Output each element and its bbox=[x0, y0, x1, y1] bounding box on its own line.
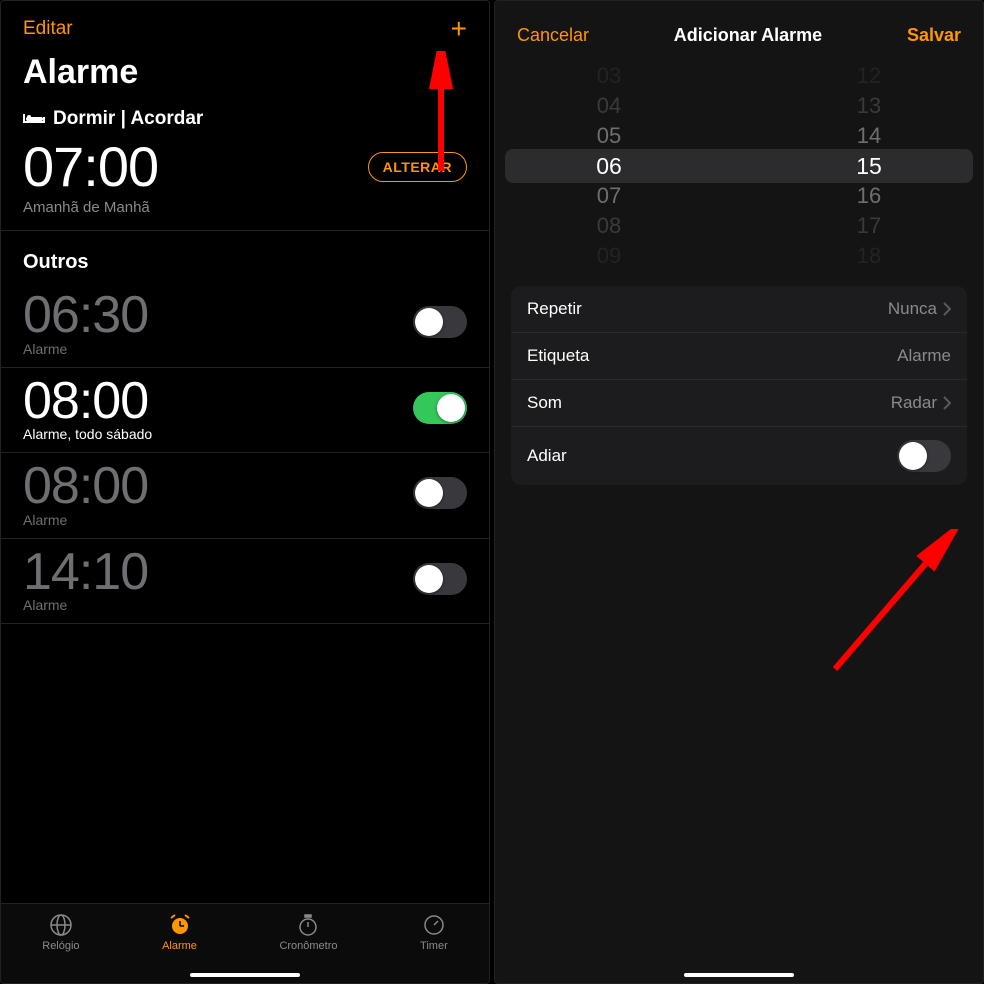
tab-relogio[interactable]: Relógio bbox=[42, 912, 79, 952]
picker-item[interactable]: 14 bbox=[831, 121, 881, 151]
picker-item[interactable]: 17 bbox=[831, 211, 881, 241]
setting-repeat[interactable]: Repetir Nunca bbox=[511, 286, 967, 333]
home-indicator[interactable] bbox=[684, 973, 794, 977]
timer-icon bbox=[421, 912, 447, 938]
picker-item[interactable]: 03 bbox=[597, 66, 647, 91]
setting-value: Nunca bbox=[888, 299, 951, 319]
alarm-time: 08:00 bbox=[23, 459, 148, 514]
alarm-list: 06:30 Alarme 08:00 Alarme, todo sábado 0… bbox=[1, 282, 489, 624]
add-alarm-button[interactable]: + bbox=[451, 15, 467, 43]
picker-item[interactable]: 04 bbox=[597, 91, 647, 121]
setting-sound[interactable]: Som Radar bbox=[511, 380, 967, 427]
picker-item[interactable]: 07 bbox=[597, 181, 647, 211]
page-title: Alarme bbox=[1, 49, 489, 108]
others-heading: Outros bbox=[1, 231, 489, 282]
tab-alarme[interactable]: Alarme bbox=[162, 912, 197, 952]
tab-timer[interactable]: Timer bbox=[420, 912, 448, 952]
chevron-right-icon bbox=[943, 396, 951, 410]
save-button[interactable]: Salvar bbox=[907, 25, 961, 46]
picker-item[interactable]: 18 bbox=[831, 241, 881, 266]
cancel-button[interactable]: Cancelar bbox=[517, 25, 589, 46]
sleep-heading-text: Dormir | Acordar bbox=[53, 108, 203, 130]
alarm-row[interactable]: 14:10 Alarme bbox=[1, 539, 489, 625]
tab-label: Timer bbox=[420, 940, 448, 952]
alarm-toggle[interactable] bbox=[413, 392, 467, 424]
sleep-time: 07:00 bbox=[23, 134, 158, 199]
alarm-toggle[interactable] bbox=[413, 306, 467, 338]
alarm-list-screen: Editar + Alarme Dormir | Acordar 07:00 A… bbox=[0, 0, 490, 984]
setting-tag[interactable]: Etiqueta Alarme bbox=[511, 333, 967, 380]
chevron-right-icon bbox=[943, 302, 951, 316]
alarm-row[interactable]: 06:30 Alarme bbox=[1, 282, 489, 368]
nav-bar: Cancelar Adicionar Alarme Salvar bbox=[495, 1, 983, 56]
alarm-icon bbox=[167, 912, 193, 938]
sleep-heading: Dormir | Acordar bbox=[23, 108, 467, 130]
picker-item[interactable]: 12 bbox=[831, 66, 881, 91]
modal-title: Adicionar Alarme bbox=[674, 25, 822, 46]
alarm-time: 06:30 bbox=[23, 288, 148, 343]
alarm-row[interactable]: 08:00 Alarme bbox=[1, 453, 489, 539]
globe-icon bbox=[48, 912, 74, 938]
tab-cronometro[interactable]: Cronômetro bbox=[279, 912, 337, 952]
sleep-section: Dormir | Acordar 07:00 ALTERAR Amanhã de… bbox=[1, 108, 489, 231]
setting-label: Adiar bbox=[527, 446, 567, 466]
alarm-time: 08:00 bbox=[23, 374, 152, 429]
minute-picker[interactable]: 12131415161718 bbox=[739, 66, 973, 266]
setting-snooze: Adiar bbox=[511, 427, 967, 485]
tab-label: Alarme bbox=[162, 940, 197, 952]
setting-label: Som bbox=[527, 393, 562, 413]
picker-item[interactable]: 08 bbox=[597, 211, 647, 241]
alarm-time: 14:10 bbox=[23, 545, 148, 600]
add-alarm-screen: Cancelar Adicionar Alarme Salvar 0304050… bbox=[494, 0, 984, 984]
annotation-arrow bbox=[815, 529, 965, 679]
change-button[interactable]: ALTERAR bbox=[368, 152, 467, 182]
setting-label: Etiqueta bbox=[527, 346, 589, 366]
alarm-toggle[interactable] bbox=[413, 477, 467, 509]
stopwatch-icon bbox=[295, 912, 321, 938]
picker-item[interactable]: 15 bbox=[830, 151, 882, 181]
alarm-label: Alarme bbox=[23, 341, 148, 357]
edit-button[interactable]: Editar bbox=[23, 18, 73, 40]
bed-icon bbox=[23, 111, 45, 127]
alarm-settings: Repetir Nunca Etiqueta Alarme Som Radar … bbox=[511, 286, 967, 485]
tab-label: Cronômetro bbox=[279, 940, 337, 952]
picker-item[interactable]: 16 bbox=[831, 181, 881, 211]
picker-item[interactable]: 13 bbox=[831, 91, 881, 121]
tab-bar: Relógio Alarme Cronômetro Timer bbox=[1, 903, 489, 983]
setting-value: Alarme bbox=[897, 346, 951, 366]
setting-value: Radar bbox=[891, 393, 951, 413]
tab-label: Relógio bbox=[42, 940, 79, 952]
setting-label: Repetir bbox=[527, 299, 582, 319]
alarm-toggle[interactable] bbox=[413, 563, 467, 595]
home-indicator[interactable] bbox=[190, 973, 300, 977]
snooze-toggle[interactable] bbox=[897, 440, 951, 472]
sleep-subtitle: Amanhã de Manhã bbox=[23, 199, 467, 230]
alarm-label: Alarme bbox=[23, 597, 148, 613]
picker-item[interactable]: 06 bbox=[596, 151, 648, 181]
alarm-label: Alarme bbox=[23, 512, 148, 528]
picker-item[interactable]: 09 bbox=[597, 241, 647, 266]
alarm-label: Alarme, todo sábado bbox=[23, 426, 152, 442]
alarm-row[interactable]: 08:00 Alarme, todo sábado bbox=[1, 368, 489, 454]
hour-picker[interactable]: 03040506070809 bbox=[505, 66, 739, 266]
time-picker[interactable]: 03040506070809 12131415161718 bbox=[505, 66, 973, 266]
picker-item[interactable]: 05 bbox=[597, 121, 647, 151]
nav-bar: Editar + bbox=[1, 1, 489, 49]
